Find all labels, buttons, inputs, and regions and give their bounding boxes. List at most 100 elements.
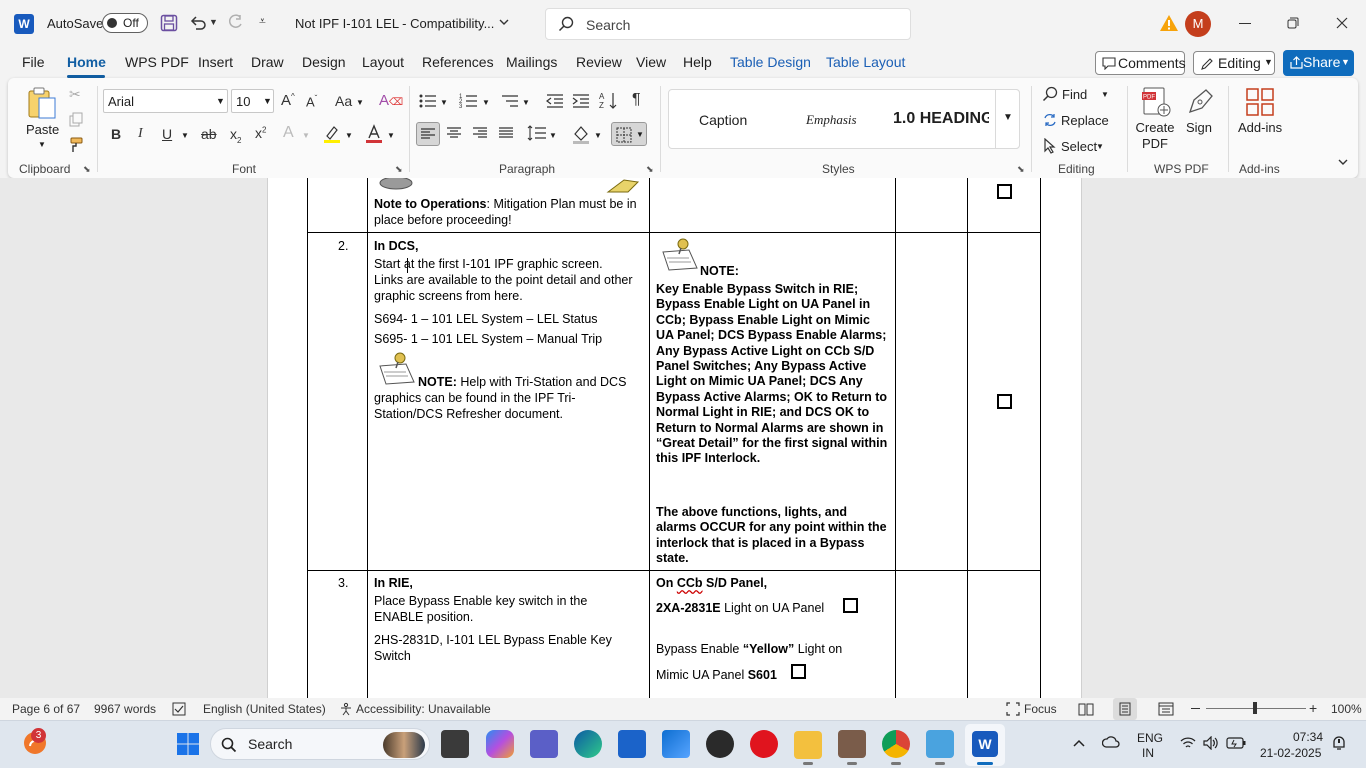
autosave-toggle[interactable]: Off bbox=[102, 13, 148, 33]
replace-button[interactable]: Replace bbox=[1042, 112, 1114, 132]
tab-wps-pdf[interactable]: WPS PDF bbox=[125, 54, 189, 70]
sign-button[interactable]: Sign bbox=[1181, 84, 1217, 136]
editing-mode-button[interactable]: Editing ▼ bbox=[1193, 51, 1275, 75]
power-automate-icon[interactable] bbox=[662, 730, 690, 758]
focus-icon[interactable] bbox=[1006, 702, 1020, 716]
numbering-chevron-down-icon[interactable]: ▼ bbox=[482, 98, 490, 107]
numbering-icon[interactable]: 123 bbox=[459, 92, 479, 110]
styles-more-button[interactable]: ▼ bbox=[995, 89, 1020, 149]
strikethrough-icon[interactable]: ab bbox=[201, 126, 217, 142]
font-color-chevron-down-icon[interactable]: ▼ bbox=[387, 131, 395, 140]
share-button[interactable]: Share ▼ bbox=[1283, 50, 1354, 76]
highlight-icon[interactable] bbox=[322, 124, 342, 144]
store-icon[interactable] bbox=[618, 730, 646, 758]
bullets-chevron-down-icon[interactable]: ▼ bbox=[440, 98, 448, 107]
customize-qat-icon[interactable]: ⩡ bbox=[259, 14, 266, 29]
dell-icon[interactable] bbox=[706, 730, 734, 758]
task-view-icon[interactable] bbox=[441, 730, 469, 758]
copy-icon[interactable] bbox=[68, 112, 84, 128]
clear-formatting-icon[interactable]: A⌫ bbox=[379, 92, 403, 109]
document-title[interactable]: Not IPF I-101 LEL - Compatibility... bbox=[295, 16, 494, 31]
sort-icon[interactable]: AZ bbox=[599, 91, 619, 111]
underline-chevron-down-icon[interactable]: ▼ bbox=[181, 131, 189, 140]
proofing-icon[interactable] bbox=[172, 702, 186, 716]
wifi-icon[interactable] bbox=[1180, 736, 1196, 750]
notification-bell-icon[interactable] bbox=[1331, 735, 1347, 751]
multilevel-chevron-down-icon[interactable]: ▼ bbox=[522, 98, 530, 107]
find-button[interactable]: Find ▼ bbox=[1042, 86, 1114, 106]
clipboard-launcher-icon[interactable]: ⬊ bbox=[83, 164, 91, 175]
volume-icon[interactable] bbox=[1203, 736, 1219, 750]
close-icon[interactable] bbox=[1336, 17, 1348, 29]
redo-icon[interactable] bbox=[226, 14, 244, 32]
tab-mailings[interactable]: Mailings bbox=[506, 54, 557, 70]
collapse-ribbon-chevron-icon[interactable] bbox=[1337, 157, 1349, 167]
title-chevron-down-icon[interactable] bbox=[498, 16, 510, 28]
checkbox[interactable] bbox=[997, 394, 1012, 409]
file-explorer-icon[interactable] bbox=[794, 731, 822, 759]
cloud-sync-icon[interactable] bbox=[1102, 735, 1120, 751]
select-button[interactable]: Select ▼ bbox=[1042, 138, 1114, 158]
multilevel-list-icon[interactable] bbox=[500, 92, 520, 110]
tab-home[interactable]: Home bbox=[67, 54, 106, 70]
shrink-font-icon[interactable]: Aˇ bbox=[306, 94, 317, 109]
justify-icon[interactable] bbox=[498, 126, 514, 140]
tab-view[interactable]: View bbox=[636, 54, 666, 70]
paragraph-launcher-icon[interactable]: ⬊ bbox=[646, 164, 654, 175]
align-right-icon[interactable] bbox=[472, 126, 488, 140]
avatar[interactable]: M bbox=[1185, 11, 1211, 37]
paste-button[interactable]: Paste ▼ bbox=[22, 84, 62, 152]
checkbox[interactable] bbox=[791, 664, 806, 679]
document-page[interactable]: Note to Operations: Mitigation Plan must… bbox=[267, 178, 1082, 698]
opera-icon[interactable] bbox=[750, 730, 778, 758]
undo-icon[interactable] bbox=[189, 14, 207, 32]
change-case-icon[interactable]: Aa bbox=[335, 93, 352, 109]
checkbox[interactable] bbox=[843, 598, 858, 613]
checkbox[interactable] bbox=[997, 184, 1012, 199]
clock-time[interactable]: 07:34 bbox=[1293, 730, 1323, 744]
clock-date[interactable]: 21-02-2025 bbox=[1260, 746, 1321, 760]
line-spacing-icon[interactable] bbox=[527, 124, 547, 142]
bold-icon[interactable]: B bbox=[111, 126, 121, 142]
tab-help[interactable]: Help bbox=[683, 54, 712, 70]
style-caption[interactable]: Caption bbox=[699, 112, 747, 128]
font-color-icon[interactable] bbox=[365, 124, 383, 144]
decrease-indent-icon[interactable] bbox=[545, 92, 565, 110]
teams-icon[interactable] bbox=[530, 730, 558, 758]
web-layout-icon[interactable] bbox=[1158, 702, 1174, 716]
superscript-icon[interactable]: x2 bbox=[255, 125, 266, 141]
tab-references[interactable]: References bbox=[422, 54, 494, 70]
styles-launcher-icon[interactable]: ⬊ bbox=[1017, 164, 1025, 175]
zoom-in-icon[interactable]: + bbox=[1309, 701, 1317, 715]
text-effects-chevron-down-icon[interactable]: ▼ bbox=[302, 131, 310, 140]
add-ins-button[interactable]: Add-ins bbox=[1237, 84, 1283, 136]
line-spacing-chevron-down-icon[interactable]: ▼ bbox=[549, 131, 557, 140]
font-size-combo[interactable]: 10 ▼ bbox=[231, 89, 274, 113]
show-formatting-marks-icon[interactable]: ¶ bbox=[632, 91, 641, 109]
minimize-icon[interactable] bbox=[1239, 23, 1251, 24]
text-effects-icon[interactable]: A bbox=[283, 124, 294, 142]
align-left-button[interactable] bbox=[416, 122, 440, 146]
restore-icon[interactable] bbox=[1287, 17, 1299, 29]
shading-icon[interactable] bbox=[571, 124, 591, 144]
language-line1[interactable]: ENG bbox=[1137, 731, 1163, 745]
tab-file[interactable]: File bbox=[22, 54, 45, 70]
windows-start-icon[interactable] bbox=[176, 732, 200, 756]
taskbar-search-box[interactable]: Search bbox=[210, 728, 430, 760]
undo-dropdown-icon[interactable]: ▼ bbox=[209, 17, 218, 27]
tab-insert[interactable]: Insert bbox=[198, 54, 233, 70]
font-launcher-icon[interactable]: ⬊ bbox=[395, 164, 403, 175]
shading-chevron-down-icon[interactable]: ▼ bbox=[594, 131, 602, 140]
tab-table-layout[interactable]: Table Layout bbox=[826, 54, 905, 70]
font-name-combo[interactable]: Arial ▼ bbox=[103, 89, 228, 113]
warning-icon[interactable] bbox=[1159, 14, 1179, 32]
highlight-chevron-down-icon[interactable]: ▼ bbox=[345, 131, 353, 140]
increase-indent-icon[interactable] bbox=[571, 92, 591, 110]
tab-draw[interactable]: Draw bbox=[251, 54, 284, 70]
read-mode-icon[interactable] bbox=[1078, 702, 1094, 716]
style-heading[interactable]: 1.0 HEADING bbox=[893, 110, 989, 128]
search-box[interactable]: Search bbox=[545, 8, 911, 40]
language-indicator[interactable]: English (United States) bbox=[203, 702, 326, 716]
tab-layout[interactable]: Layout bbox=[362, 54, 404, 70]
style-emphasis[interactable]: Emphasis bbox=[806, 112, 857, 128]
